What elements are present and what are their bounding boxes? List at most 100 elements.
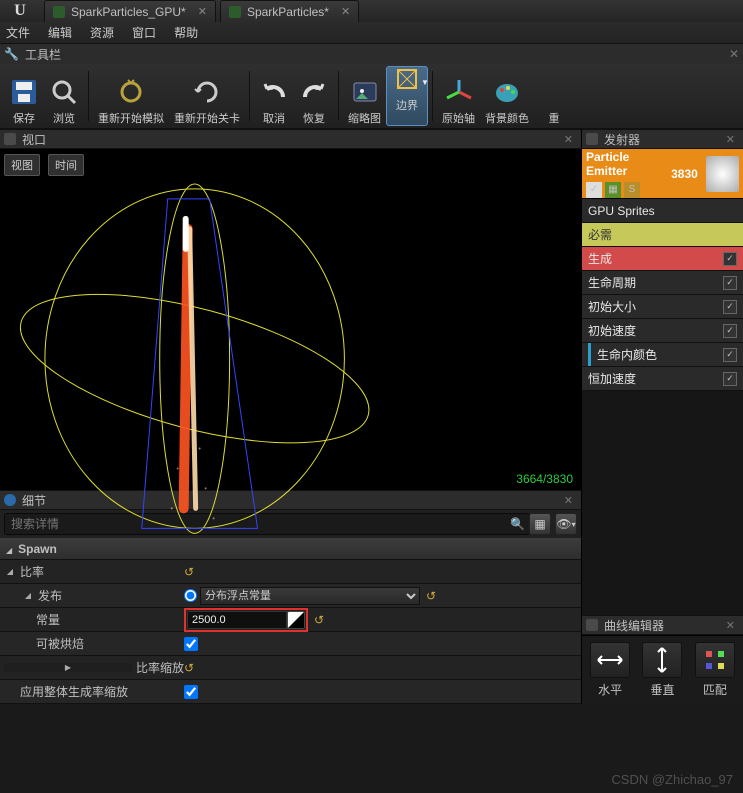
spinner-icon[interactable] [287, 611, 305, 629]
module-initial-size[interactable]: 初始大小 [582, 295, 743, 319]
doc-tab-label: SparkParticles* [247, 5, 329, 19]
axis-icon [444, 77, 474, 107]
panel-close-icon[interactable]: ✕ [560, 133, 577, 146]
emitters-tab-icon [586, 133, 598, 145]
distribution-select[interactable]: 分布浮点常量 [200, 587, 420, 605]
prop-distribution[interactable]: 发布 分布浮点常量 ↺ [0, 584, 581, 608]
curve-toolbar: 水平 垂直 匹配 [582, 635, 743, 704]
curve-tab-icon [586, 619, 598, 631]
emitter-header[interactable]: Particle Emitter ✓ ▦ S 3830 [582, 149, 743, 199]
module-checkbox-icon[interactable] [723, 252, 737, 266]
doc-tab-gpu[interactable]: SparkParticles_GPU* ✕ [44, 0, 216, 22]
module-checkbox-icon[interactable] [723, 276, 737, 290]
emitter-count-label: 3830 [671, 167, 698, 181]
curve-fit-all-button[interactable]: 匹配 [693, 642, 737, 698]
generic-icon [539, 77, 569, 107]
expand-arrow-icon[interactable] [4, 567, 16, 576]
menu-file[interactable]: 文件 [6, 24, 30, 41]
emitter-solo-icon[interactable]: S [624, 182, 640, 198]
title-bar: U SparkParticles_GPU* ✕ SparkParticles* … [0, 0, 743, 22]
module-color-over-life[interactable]: 生命内颜色 [582, 343, 743, 367]
module-curve-indicator-icon [588, 343, 591, 366]
redo-button[interactable]: 恢复 [294, 66, 334, 126]
panel-close-icon[interactable]: ✕ [722, 619, 739, 632]
unreal-logo-icon[interactable]: U [0, 0, 40, 22]
menu-edit[interactable]: 编辑 [48, 24, 72, 41]
module-lifetime[interactable]: 生命周期 [582, 271, 743, 295]
module-checkbox-icon[interactable] [723, 348, 737, 362]
emitter-render-icon[interactable]: ▦ [605, 182, 621, 198]
menu-asset[interactable]: 资源 [90, 24, 114, 41]
use-global-checkbox[interactable] [184, 685, 198, 699]
tab-close-icon[interactable]: ✕ [341, 5, 350, 18]
details-property-list: 比率 ↺ 发布 分布浮点常量 ↺ 常量 ↺ [0, 560, 581, 704]
reset-icon[interactable]: ↺ [314, 613, 324, 627]
bakeable-checkbox[interactable] [184, 637, 198, 651]
wrench-icon: 🔧 [4, 47, 19, 61]
constant-input[interactable] [187, 611, 287, 629]
refresh-icon [192, 77, 222, 107]
restart-level-button[interactable]: 重新开始关卡 [169, 66, 245, 126]
thumbnail-button[interactable]: 缩略图 [343, 66, 386, 126]
curve-fit-horizontal-button[interactable]: 水平 [588, 642, 632, 698]
reset-icon[interactable]: ↺ [184, 565, 194, 579]
prop-rate[interactable]: 比率 ↺ [0, 560, 581, 584]
bounds-button[interactable]: 边界▼ [386, 66, 428, 126]
dropdown-caret-icon[interactable]: ▼ [421, 78, 429, 87]
undo-button[interactable]: 取消 [254, 66, 294, 126]
reset-icon[interactable]: ↺ [184, 661, 194, 675]
viewport-canvas [0, 149, 581, 562]
menu-bar: 文件 编辑 资源 窗口 帮助 [0, 22, 743, 44]
module-initial-velocity[interactable]: 初始速度 [582, 319, 743, 343]
reset-icon[interactable]: ↺ [426, 589, 436, 603]
expand-arrow-icon[interactable] [22, 591, 34, 600]
emitters-panel-title: 发射器 [604, 131, 640, 148]
curve-editor-panel-title: 曲线编辑器 [604, 617, 664, 634]
expand-arrow-icon[interactable] [4, 663, 132, 672]
module-required[interactable]: 必需 [582, 223, 743, 247]
restart-sim-button[interactable]: 重新开始模拟 [93, 66, 169, 126]
undo-icon [259, 77, 289, 107]
doc-tab-cpu[interactable]: SparkParticles* ✕ [220, 0, 359, 22]
panel-close-icon[interactable]: ✕ [729, 47, 739, 61]
viewport[interactable]: 视图 时间 3664/3830 [0, 149, 581, 490]
particle-doc-icon [53, 6, 65, 18]
magnifier-icon [49, 77, 79, 107]
distribution-radio[interactable] [184, 589, 197, 602]
module-checkbox-icon[interactable] [723, 300, 737, 314]
fit-all-icon [695, 642, 735, 678]
more-toolbar-button[interactable]: 重 [534, 66, 574, 126]
prop-constant[interactable]: 常量 ↺ [0, 608, 581, 632]
watermark-text: CSDN @Zhichao_97 [611, 772, 733, 787]
module-spawn[interactable]: 生成 [582, 247, 743, 271]
bgcolor-button[interactable]: 背景颜色 [480, 66, 534, 126]
prop-rate-scale[interactable]: 比率缩放 ↺ [0, 656, 581, 680]
redo-icon [299, 77, 329, 107]
tab-close-icon[interactable]: ✕ [198, 5, 207, 18]
viewport-panel-title: 视口 [22, 131, 46, 148]
palette-icon [492, 77, 522, 107]
panel-close-icon[interactable]: ✕ [722, 133, 739, 146]
fit-horizontal-icon [590, 642, 630, 678]
fit-vertical-icon [642, 642, 682, 678]
toolbar-panel-title: 工具栏 [25, 46, 61, 63]
origin-axis-button[interactable]: 原始轴 [437, 66, 480, 126]
save-button[interactable]: 保存 [4, 66, 44, 126]
browse-button[interactable]: 浏览 [44, 66, 84, 126]
prop-use-global-rate[interactable]: 应用整体生成率缩放 [0, 680, 581, 704]
module-typedata[interactable]: GPU Sprites [582, 199, 743, 223]
particle-doc-icon [229, 6, 241, 18]
emitter-enable-icon[interactable]: ✓ [586, 182, 602, 198]
doc-tab-label: SparkParticles_GPU* [71, 5, 186, 19]
module-checkbox-icon[interactable] [723, 324, 737, 338]
menu-window[interactable]: 窗口 [132, 24, 156, 41]
curve-fit-vertical-button[interactable]: 垂直 [640, 642, 684, 698]
module-const-acceleration[interactable]: 恒加速度 [582, 367, 743, 391]
viewport-particle-count: 3664/3830 [516, 472, 573, 486]
curve-editor-panel-header: 曲线编辑器 ✕ [582, 615, 743, 635]
emitter-name-label: Particle Emitter [586, 150, 667, 178]
prop-bakeable[interactable]: 可被烘焙 [0, 632, 581, 656]
module-checkbox-icon[interactable] [723, 372, 737, 386]
toolbar: 保存 浏览 重新开始模拟 重新开始关卡 取消 恢复 缩略图 边界▼ 原始轴 背景… [0, 64, 743, 129]
menu-help[interactable]: 帮助 [174, 24, 198, 41]
